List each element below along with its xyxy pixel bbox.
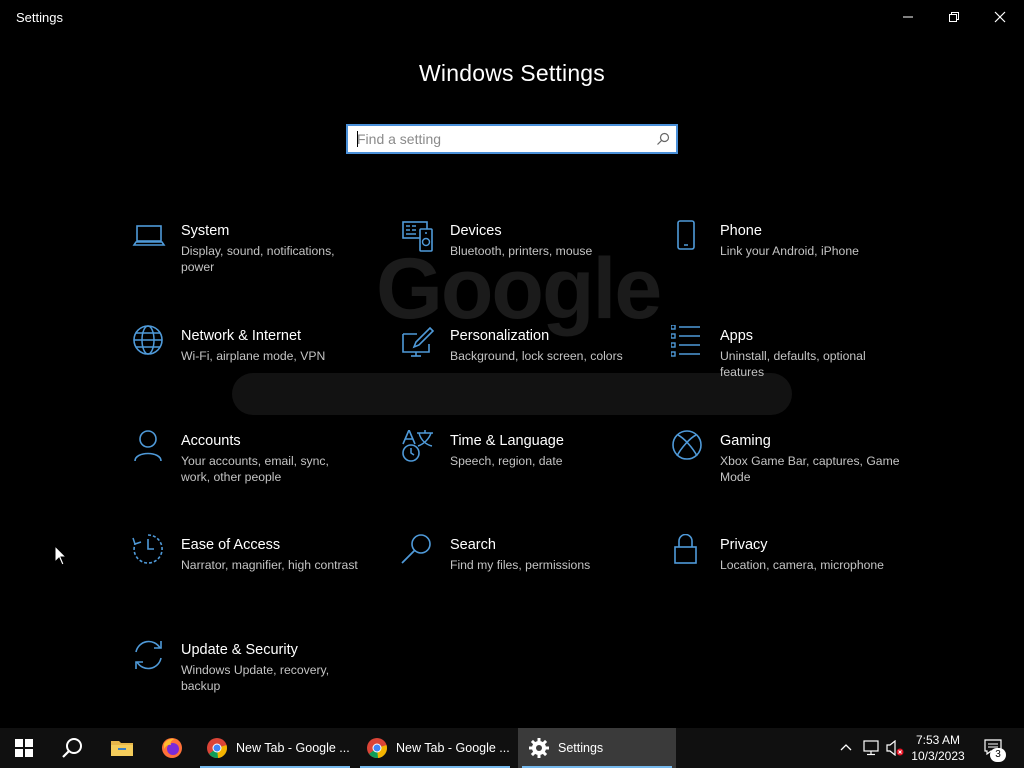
text-caret [357,131,358,147]
category-name: Update & Security [181,642,298,658]
gear-icon [529,738,549,758]
category-desc: Display, sound, notifications, power [181,244,335,274]
notification-count-badge: 3 [990,748,1006,762]
taskbar-app-label: New Tab - Google ... [396,741,510,755]
category-system[interactable]: System Display, sound, notifications, po… [132,220,372,300]
taskbar-app-chrome-1[interactable]: New Tab - Google ... [196,728,354,768]
title-bar: Settings [0,0,1024,34]
page-title: Windows Settings [419,60,605,86]
category-name: Time & Language [450,433,564,449]
category-personalization[interactable]: Personalization Background, lock screen,… [401,325,641,405]
search-submit-button[interactable] [650,126,676,152]
clock-time: 7:53 AM [915,733,961,747]
close-button[interactable] [977,0,1023,34]
phone-icon [671,220,707,256]
laptop-icon [132,220,168,256]
volume-muted-icon[interactable] [885,740,905,756]
category-time-language[interactable]: Time & Language Speech, region, date [401,427,641,510]
search-icon [401,534,437,570]
xbox-icon [671,430,707,466]
folder-icon [111,741,133,756]
settings-search-input[interactable] [348,126,650,152]
category-desc: Uninstall, defaults, optional features [720,349,866,379]
category-desc: Your accounts, email, sync, work, other … [181,454,329,484]
category-ease-of-access[interactable]: Ease of Access Narrator, magnifier, high… [132,534,372,614]
close-icon [994,11,1006,23]
file-explorer-button[interactable] [98,728,146,768]
category-apps[interactable]: Apps Uninstall, defaults, optional featu… [670,324,911,405]
chrome-icon [207,738,227,759]
mouse-cursor [54,545,68,566]
paint-icon [401,325,437,361]
ease-of-access-icon [132,534,168,570]
category-desc: Location, camera, microphone [720,558,884,572]
category-desc: Find my files, permissions [450,558,591,572]
category-name: Ease of Access [181,537,281,553]
category-desc: Speech, region, date [450,454,563,468]
category-name: Apps [720,328,754,344]
person-icon [132,430,168,466]
category-update-security[interactable]: Update & Security Windows Update, recove… [132,639,372,719]
devices-icon [401,220,437,256]
category-desc: Xbox Game Bar, captures, Game Mode [720,454,900,484]
category-desc: Link your Android, iPhone [720,244,859,258]
category-gaming[interactable]: Gaming Xbox Game Bar, captures, Game Mod… [671,430,911,510]
minimize-icon [903,16,913,18]
category-desc: Wi-Fi, airplane mode, VPN [181,349,326,363]
restore-button[interactable] [931,0,977,34]
category-desc: Narrator, magnifier, high contrast [181,558,358,572]
time-language-icon [401,427,437,466]
firefox-button[interactable] [148,728,196,768]
category-name: Phone [720,223,762,239]
category-name: Gaming [720,433,771,449]
window-title: Settings [16,10,63,25]
category-desc: Windows Update, recovery, backup [181,663,330,693]
category-name: Network & Internet [181,328,302,344]
taskbar-app-label: Settings [558,741,604,755]
category-desc: Bluetooth, printers, mouse [450,244,593,258]
start-button[interactable] [0,728,48,768]
sync-icon [132,639,168,675]
taskbar: New Tab - Google ... New Tab - Google ..… [0,728,1024,768]
category-name: Search [450,537,496,553]
chrome-icon [367,738,387,759]
taskbar-clock[interactable]: 7:53 AM 10/3/2023 [908,732,968,764]
minimize-button[interactable] [885,0,931,34]
category-network-internet[interactable]: Network & Internet Wi-Fi, airplane mode,… [132,325,372,405]
settings-search-box[interactable] [346,124,678,154]
network-icon[interactable] [862,740,880,756]
windows-logo-icon [15,739,33,757]
category-name: Devices [450,223,502,239]
category-devices[interactable]: Devices Bluetooth, printers, mouse [401,220,641,300]
category-desc: Background, lock screen, colors [450,349,623,363]
firefox-icon [162,738,182,758]
globe-icon [132,325,168,361]
category-name: Privacy [720,537,768,553]
taskbar-app-chrome-2[interactable]: New Tab - Google ... [356,728,514,768]
clock-date: 10/3/2023 [911,749,965,763]
taskbar-app-label: New Tab - Google ... [236,741,350,755]
apps-list-icon [670,324,707,361]
category-privacy[interactable]: Privacy Location, camera, microphone [671,533,911,614]
category-name: Personalization [450,328,550,344]
lock-icon [671,533,707,570]
magnifier-icon [657,132,670,145]
category-name: System [181,223,230,239]
category-accounts[interactable]: Accounts Your accounts, email, sync, wor… [132,430,372,510]
category-name: Accounts [181,433,241,449]
restore-icon [949,12,959,22]
taskbar-search-button[interactable] [48,728,96,768]
taskbar-app-settings[interactable]: Settings [518,728,676,768]
taskbar-search-icon [62,738,82,758]
category-search[interactable]: Search Find my files, permissions [401,534,641,614]
category-phone[interactable]: Phone Link your Android, iPhone [671,220,911,300]
show-hidden-icons-button[interactable] [840,742,852,752]
